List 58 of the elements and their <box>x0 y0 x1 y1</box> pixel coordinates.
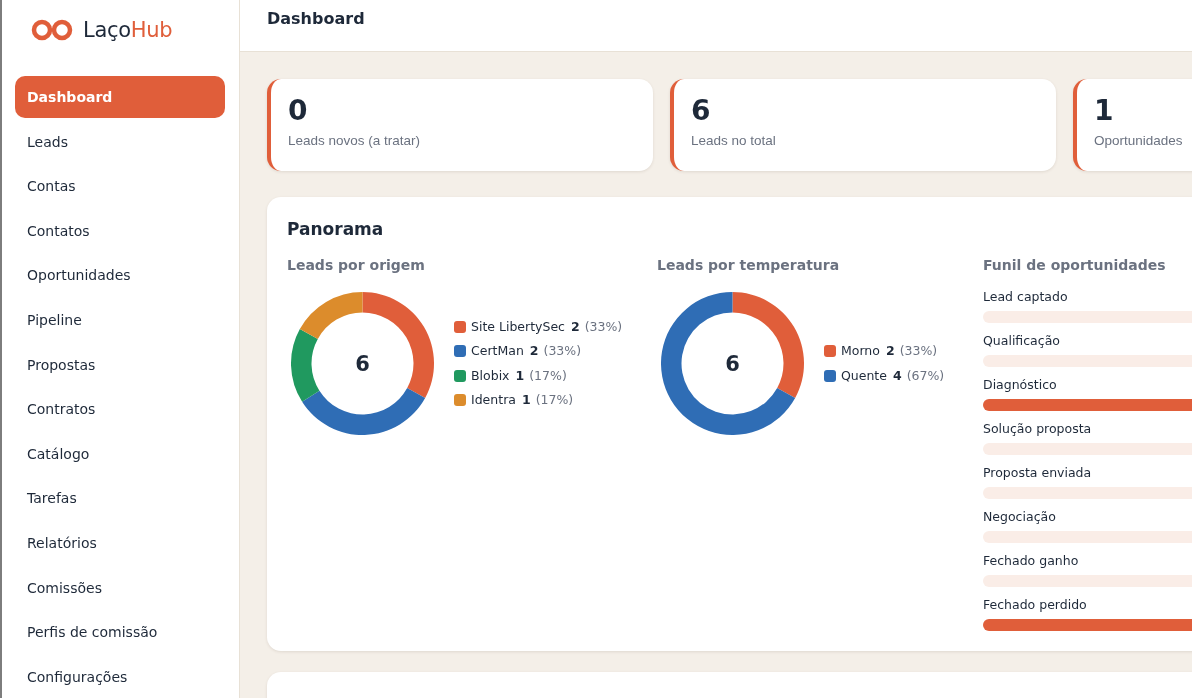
nav-item[interactable]: Catálogo <box>15 432 225 475</box>
legend-count: 1 <box>515 366 525 385</box>
stat-label: Oportunidades <box>1094 132 1183 150</box>
nav-item[interactable]: Perfis de comissão <box>15 611 225 654</box>
stage-label: Diagnóstico <box>983 376 1057 394</box>
legend-share: (67%) <box>906 366 945 385</box>
legend-count: 2 <box>885 342 895 361</box>
page-title: Dashboard <box>267 9 365 28</box>
stat-value: 1 <box>1094 94 1114 128</box>
donut-slice <box>302 388 426 435</box>
legend-count: 1 <box>521 391 531 410</box>
logo-icon <box>31 19 73 41</box>
nav-item[interactable]: Tarefas <box>15 477 225 520</box>
donut-total: 6 <box>355 350 370 377</box>
nav-item[interactable]: Relatórios <box>15 521 225 564</box>
stat-label: Leads no total <box>691 132 776 150</box>
nav-item[interactable]: Comissões <box>15 566 225 609</box>
legend-share: (33%) <box>899 342 938 361</box>
legend-label: Site LibertySec <box>471 317 565 336</box>
stage-label: Proposta enviada <box>983 464 1092 482</box>
legend-label: Identra <box>471 391 516 410</box>
stage-label: Qualificação <box>983 332 1060 350</box>
stage-label: Negociação <box>983 508 1056 526</box>
card-title: Panorama <box>287 218 384 241</box>
legend-label: CertMan <box>471 342 524 361</box>
nav-item[interactable]: Pipeline <box>15 298 225 341</box>
legend-label: Morno <box>841 342 880 361</box>
donut-slice <box>299 292 363 339</box>
stat-label: Leads novos (a tratar) <box>288 132 421 150</box>
donut-total: 6 <box>725 350 740 377</box>
nav-item[interactable]: Contatos <box>15 209 225 252</box>
legend-share: (17%) <box>535 391 574 410</box>
chart-title: Leads por origem <box>287 256 425 275</box>
stat-value: 6 <box>691 94 711 128</box>
stage-label: Fechado perdido <box>983 596 1087 614</box>
stage-label: Fechado ganho <box>983 552 1079 570</box>
nav-item[interactable]: Configurações <box>15 655 225 698</box>
funnel-title: Funil de oportunidades <box>983 256 1166 275</box>
legend-count: 2 <box>571 317 580 336</box>
stage-label: Lead captado <box>983 288 1068 306</box>
brand-name: LaçoHub <box>83 17 173 43</box>
nav-item[interactable]: Contratos <box>15 388 225 431</box>
donut-slice <box>291 329 320 402</box>
legend-label: Blobix <box>471 366 510 385</box>
legend-label: Quente <box>841 366 887 385</box>
legend-share: (33%) <box>543 342 582 361</box>
nav-item[interactable]: Dashboard <box>15 76 225 118</box>
legend-count: 2 <box>529 342 539 361</box>
legend-share: (33%) <box>584 317 623 336</box>
chart-title: Leads por temperatura <box>657 256 840 275</box>
legend-share: (17%) <box>529 366 567 385</box>
legend-count: 4 <box>892 366 902 385</box>
nav-item[interactable]: Leads <box>15 120 225 163</box>
nav-item[interactable]: Oportunidades <box>15 254 225 297</box>
stage-label: Solução proposta <box>983 420 1092 438</box>
stat-value: 0 <box>288 94 308 128</box>
nav-item[interactable]: Propostas <box>15 343 225 386</box>
nav-item[interactable]: Contas <box>15 165 225 208</box>
